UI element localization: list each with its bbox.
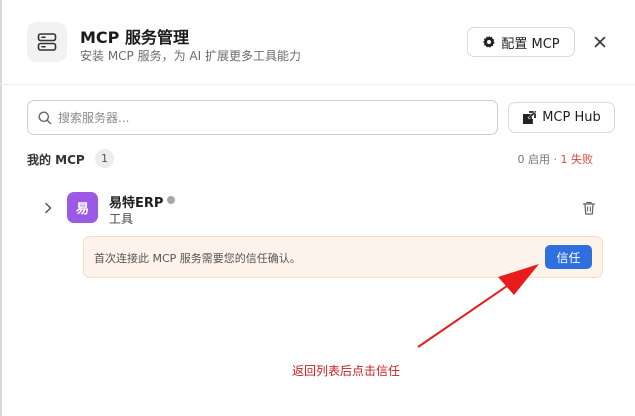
chevron-right-icon[interactable] [41,200,55,214]
my-mcp-title: 我的 MCP [27,153,85,167]
mcp-hub-label: MCP Hub [542,110,601,125]
server-avatar: 易 [67,192,98,223]
trust-notice-text: 首次连接此 MCP 服务需要您的信任确认。 [94,252,301,265]
search-box[interactable] [27,100,498,135]
server-name: 易特ERP [109,196,164,211]
gear-icon [482,35,496,49]
failed-count: 1 失败 [560,153,594,166]
trust-button[interactable]: 信任 [545,245,592,269]
annotation-text: 返回列表后点击信任 [292,364,401,378]
trash-icon[interactable] [581,200,597,216]
server-status-dot [167,196,175,204]
server-icon [27,22,67,62]
dialog-subtitle: 安装 MCP 服务，为 AI 扩展更多工具能力 [80,49,301,63]
server-type: 工具 [109,212,134,226]
mcp-count-badge: 1 [95,149,114,168]
dialog-title: MCP 服务管理 [80,28,189,47]
mcp-management-dialog: MCP 服务管理 安装 MCP 服务，为 AI 扩展更多工具能力 配置 MCP [0,0,635,416]
status-summary: 0 启用 · 1 失败 [518,151,594,167]
search-input[interactable] [58,101,488,134]
enabled-count: 0 启用 · [517,153,561,166]
trust-notice: 首次连接此 MCP 服务需要您的信任确认。 信任 [83,236,603,278]
close-icon[interactable] [590,32,610,52]
dialog-header: MCP 服务管理 安装 MCP 服务，为 AI 扩展更多工具能力 配置 MCP [0,0,635,85]
configure-mcp-label: 配置 MCP [501,36,560,52]
search-icon [37,110,53,126]
configure-mcp-button[interactable]: 配置 MCP [467,27,575,57]
external-link-icon [522,110,537,125]
mcp-hub-button[interactable]: MCP Hub [508,102,615,133]
